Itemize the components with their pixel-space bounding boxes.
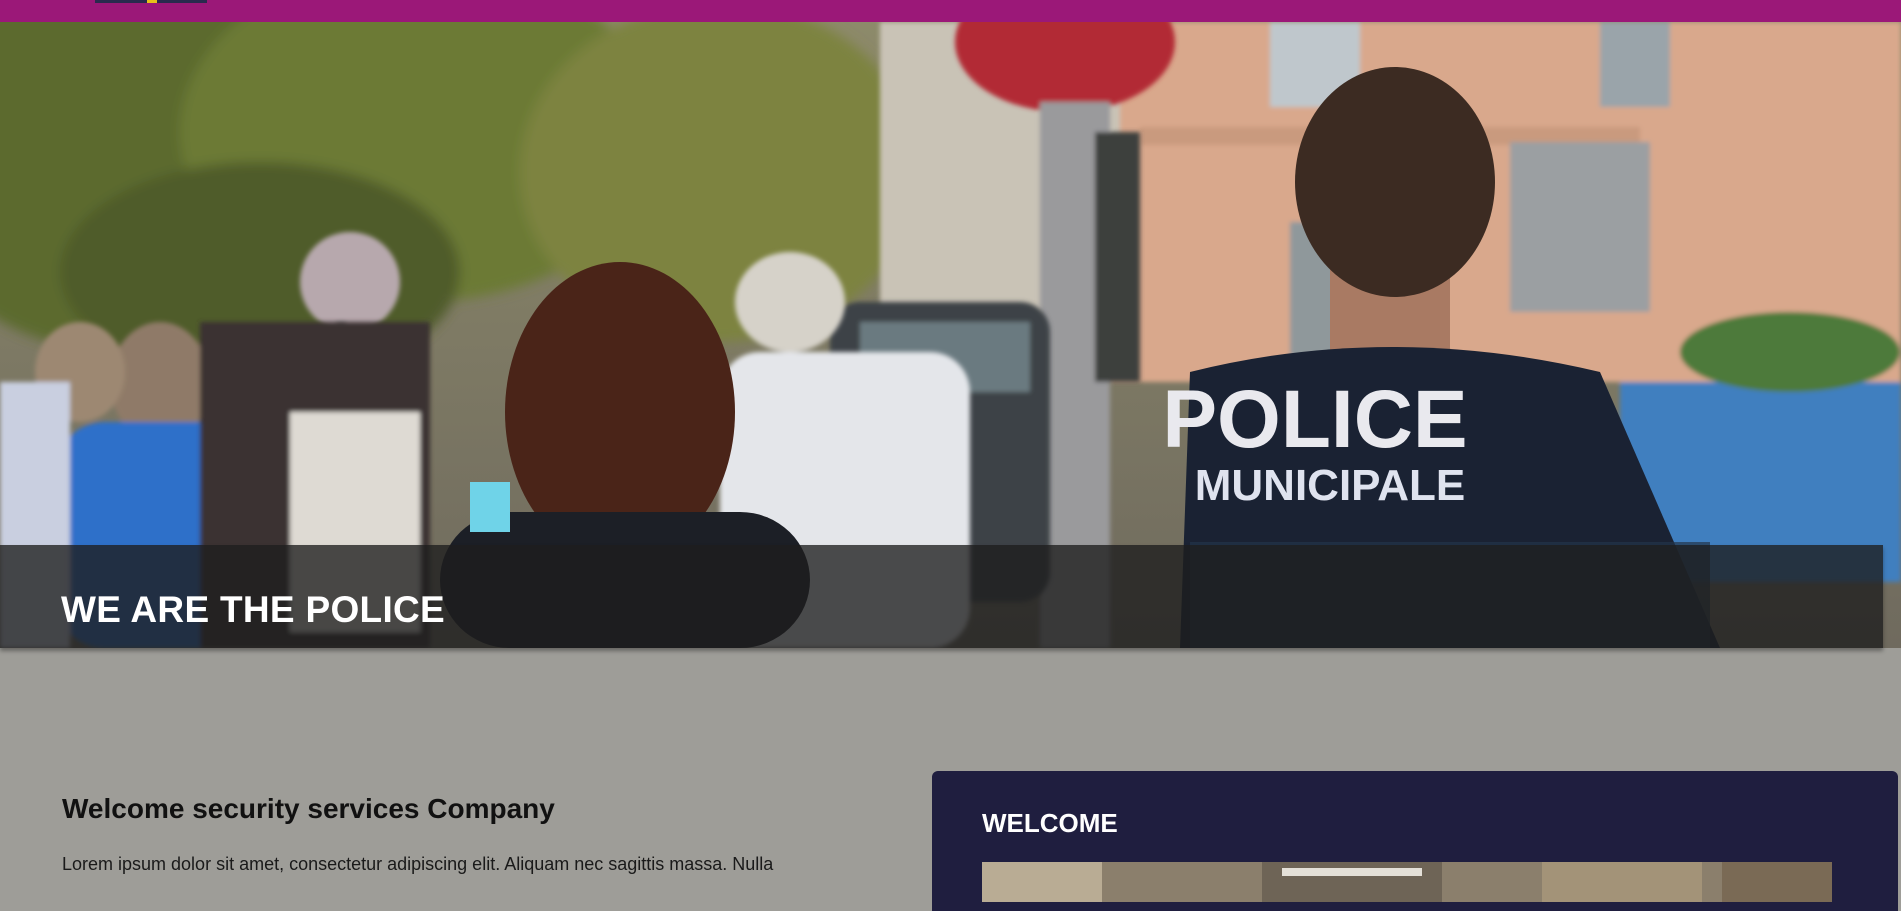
intro-body: Lorem ipsum dolor sit amet, consectetur … xyxy=(62,854,774,874)
hero-title: WE ARE THE POLICE xyxy=(61,589,446,630)
welcome-image xyxy=(982,862,1832,902)
hero-caption: WE ARE THE POLICE xyxy=(0,545,1883,648)
shirt-text-municipale: MUNICIPALE xyxy=(1195,461,1466,510)
welcome-card: WELCOME xyxy=(932,771,1898,911)
shirt-text-police: POLICE xyxy=(1162,374,1467,465)
logo-accent xyxy=(147,0,157,3)
intro-section: Welcome security services Company Lorem … xyxy=(62,793,908,878)
top-navigation-bar xyxy=(0,0,1901,22)
welcome-heading: WELCOME xyxy=(982,808,1118,838)
intro-heading: Welcome security services Company xyxy=(62,793,555,824)
